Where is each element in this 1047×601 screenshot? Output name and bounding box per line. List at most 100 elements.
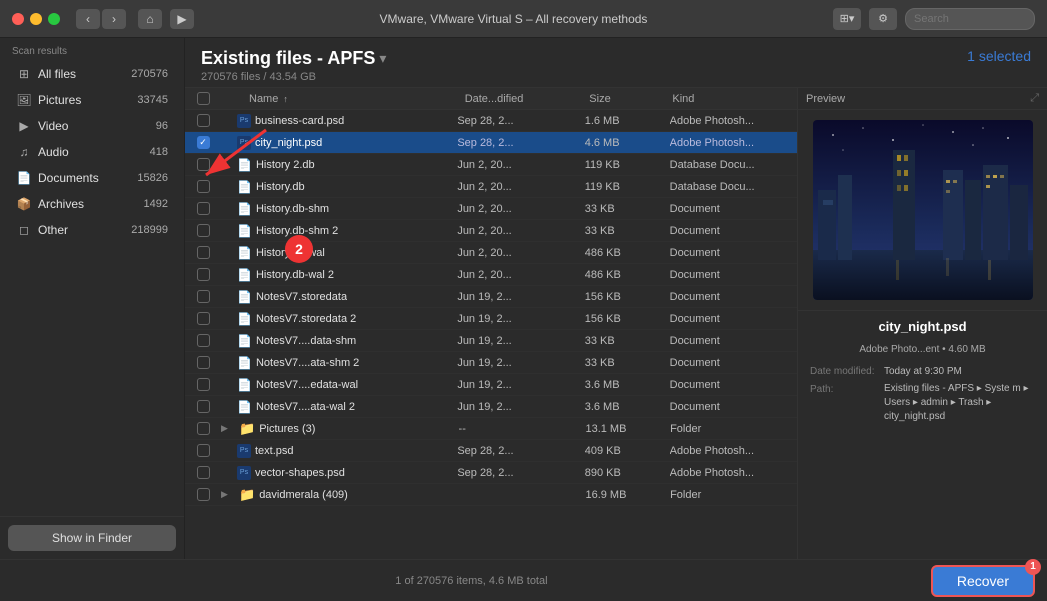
row-checkbox[interactable]	[197, 246, 210, 259]
col-size-header[interactable]: Size	[589, 93, 672, 105]
sidebar-item-audio[interactable]: ♫ Audio 418	[4, 140, 180, 164]
row-checkbox[interactable]	[197, 400, 210, 413]
table-row[interactable]: 📄 NotesV7.storedata Jun 19, 2... 156 KB …	[185, 286, 797, 308]
table-row[interactable]: 📄 History 2.db Jun 2, 20... 119 KB Datab…	[185, 154, 797, 176]
file-kind: Document	[670, 357, 797, 369]
table-row[interactable]: Ps vector-shapes.psd Sep 28, 2... 890 KB…	[185, 462, 797, 484]
col-check-header	[185, 92, 221, 105]
col-date-header[interactable]: Date...dified	[457, 93, 590, 105]
folder-icon: 📁	[239, 421, 255, 437]
home-button[interactable]: ⌂	[138, 9, 162, 29]
file-name: vector-shapes.psd	[255, 467, 345, 479]
table-row[interactable]: 📄 NotesV7.storedata 2 Jun 19, 2... 156 K…	[185, 308, 797, 330]
nav-buttons: ‹ ›	[76, 9, 126, 29]
table-row[interactable]: Ps business-card.psd Sep 28, 2... 1.6 MB…	[185, 110, 797, 132]
search-input[interactable]	[905, 8, 1035, 30]
title-dropdown-arrow[interactable]: ▾	[379, 50, 386, 67]
file-table-area: Name ↑ Date...dified Size Kind Ps busine…	[185, 88, 797, 559]
row-checkbox[interactable]: ✓	[197, 136, 210, 149]
table-row[interactable]: Ps text.psd Sep 28, 2... 409 KB Adobe Ph…	[185, 440, 797, 462]
status-text: 1 of 270576 items, 4.6 MB total	[395, 575, 547, 587]
settings-button[interactable]: ⚙	[869, 8, 897, 30]
row-checkbox[interactable]	[197, 488, 210, 501]
title-bar: ‹ › ⌂ ▶ VMware, VMware Virtual S – All r…	[0, 0, 1047, 38]
expand-icon[interactable]: ▶	[221, 489, 237, 500]
row-checkbox-cell[interactable]	[185, 268, 221, 281]
view-options-button[interactable]: ⊞▾	[833, 8, 861, 30]
row-checkbox[interactable]	[197, 378, 210, 391]
file-date: Sep 28, 2...	[449, 445, 584, 457]
row-checkbox[interactable]	[197, 158, 210, 171]
col-kind-header[interactable]: Kind	[672, 93, 797, 105]
row-checkbox-cell[interactable]	[185, 422, 221, 435]
sidebar-item-all-files[interactable]: ⊞ All files 270576	[4, 62, 180, 86]
file-name-cell: 📄 History.db	[237, 180, 449, 194]
close-button[interactable]	[12, 13, 24, 25]
file-table-rows[interactable]: Ps business-card.psd Sep 28, 2... 1.6 MB…	[185, 110, 797, 559]
row-checkbox-cell[interactable]	[185, 378, 221, 391]
table-row[interactable]: ✓ Ps city_night.psd Sep 28, 2... 4.6 MB …	[185, 132, 797, 154]
row-checkbox-cell[interactable]	[185, 444, 221, 457]
row-checkbox-cell[interactable]	[185, 312, 221, 325]
col-name-header[interactable]: Name ↑	[245, 93, 457, 105]
minimize-button[interactable]	[30, 13, 42, 25]
content-area: Existing files - APFS ▾ 270576 files / 4…	[185, 38, 1047, 559]
row-checkbox[interactable]	[197, 334, 210, 347]
row-checkbox-cell[interactable]	[185, 158, 221, 171]
table-row[interactable]: 📄 NotesV7....edata-wal Jun 19, 2... 3.6 …	[185, 374, 797, 396]
table-row[interactable]: 📄 NotesV7....ata-wal 2 Jun 19, 2... 3.6 …	[185, 396, 797, 418]
row-checkbox[interactable]	[197, 444, 210, 457]
sidebar-item-documents[interactable]: 📄 Documents 15826	[4, 166, 180, 190]
table-header: Name ↑ Date...dified Size Kind	[185, 88, 797, 110]
file-kind: Folder	[670, 423, 797, 435]
row-checkbox-cell[interactable]	[185, 466, 221, 479]
row-checkbox-cell[interactable]	[185, 180, 221, 193]
maximize-button[interactable]	[48, 13, 60, 25]
file-kind: Database Docu...	[670, 181, 797, 193]
recover-button[interactable]: Recover	[931, 565, 1035, 597]
row-checkbox-cell[interactable]	[185, 246, 221, 259]
row-checkbox[interactable]	[197, 422, 210, 435]
row-checkbox[interactable]	[197, 114, 210, 127]
table-row[interactable]: 📄 History.db-wal 2 Jun 2, 20... 486 KB D…	[185, 264, 797, 286]
row-checkbox[interactable]	[197, 312, 210, 325]
table-row[interactable]: 📄 History.db-shm 2 Jun 2, 20... 33 KB Do…	[185, 220, 797, 242]
expand-icon[interactable]: ▶	[221, 423, 237, 434]
row-checkbox[interactable]	[197, 466, 210, 479]
header-checkbox[interactable]	[197, 92, 210, 105]
table-row[interactable]: 📄 NotesV7....ata-shm 2 Jun 19, 2... 33 K…	[185, 352, 797, 374]
preview-expand-icon[interactable]: ⤢	[1030, 92, 1039, 105]
forward-button[interactable]: ›	[102, 9, 126, 29]
play-button[interactable]: ▶	[170, 9, 194, 29]
row-checkbox-cell[interactable]	[185, 224, 221, 237]
row-checkbox-cell[interactable]	[185, 202, 221, 215]
row-checkbox-cell[interactable]	[185, 114, 221, 127]
row-checkbox[interactable]	[197, 224, 210, 237]
row-checkbox-cell[interactable]	[185, 400, 221, 413]
sidebar-item-archives[interactable]: 📦 Archives 1492	[4, 192, 180, 216]
table-row[interactable]: 📄 History.db-shm Jun 2, 20... 33 KB Docu…	[185, 198, 797, 220]
row-checkbox-cell[interactable]	[185, 334, 221, 347]
row-checkbox[interactable]	[197, 180, 210, 193]
table-row[interactable]: 📄 History.db Jun 2, 20... 119 KB Databas…	[185, 176, 797, 198]
row-checkbox[interactable]	[197, 202, 210, 215]
row-checkbox-cell[interactable]	[185, 488, 221, 501]
row-checkbox[interactable]	[197, 290, 210, 303]
row-checkbox[interactable]	[197, 268, 210, 281]
row-checkbox-cell[interactable]: ✓	[185, 136, 221, 149]
row-checkbox-cell[interactable]	[185, 356, 221, 369]
table-row[interactable]: 📄 History.db-wal Jun 2, 20... 486 KB Doc…	[185, 242, 797, 264]
table-row[interactable]: ▶ 📁 Pictures (3) -- 13.1 MB Folder	[185, 418, 797, 440]
sidebar-item-other[interactable]: ◻ Other 218999	[4, 218, 180, 242]
table-row[interactable]: 📄 NotesV7....data-shm Jun 19, 2... 33 KB…	[185, 330, 797, 352]
row-checkbox-cell[interactable]	[185, 290, 221, 303]
file-date: Jun 19, 2...	[449, 335, 584, 347]
back-button[interactable]: ‹	[76, 9, 100, 29]
sidebar-item-video[interactable]: ▶ Video 96	[4, 114, 180, 138]
show-in-finder-button[interactable]: Show in Finder	[8, 525, 176, 551]
row-checkbox[interactable]	[197, 356, 210, 369]
file-size: 1.6 MB	[585, 115, 670, 127]
file-name: NotesV7.storedata 2	[256, 313, 356, 325]
sidebar-item-pictures[interactable]: 🖼 Pictures 33745	[4, 88, 180, 112]
table-row[interactable]: ▶ 📁 davidmerala (409) 16.9 MB Folder	[185, 484, 797, 506]
